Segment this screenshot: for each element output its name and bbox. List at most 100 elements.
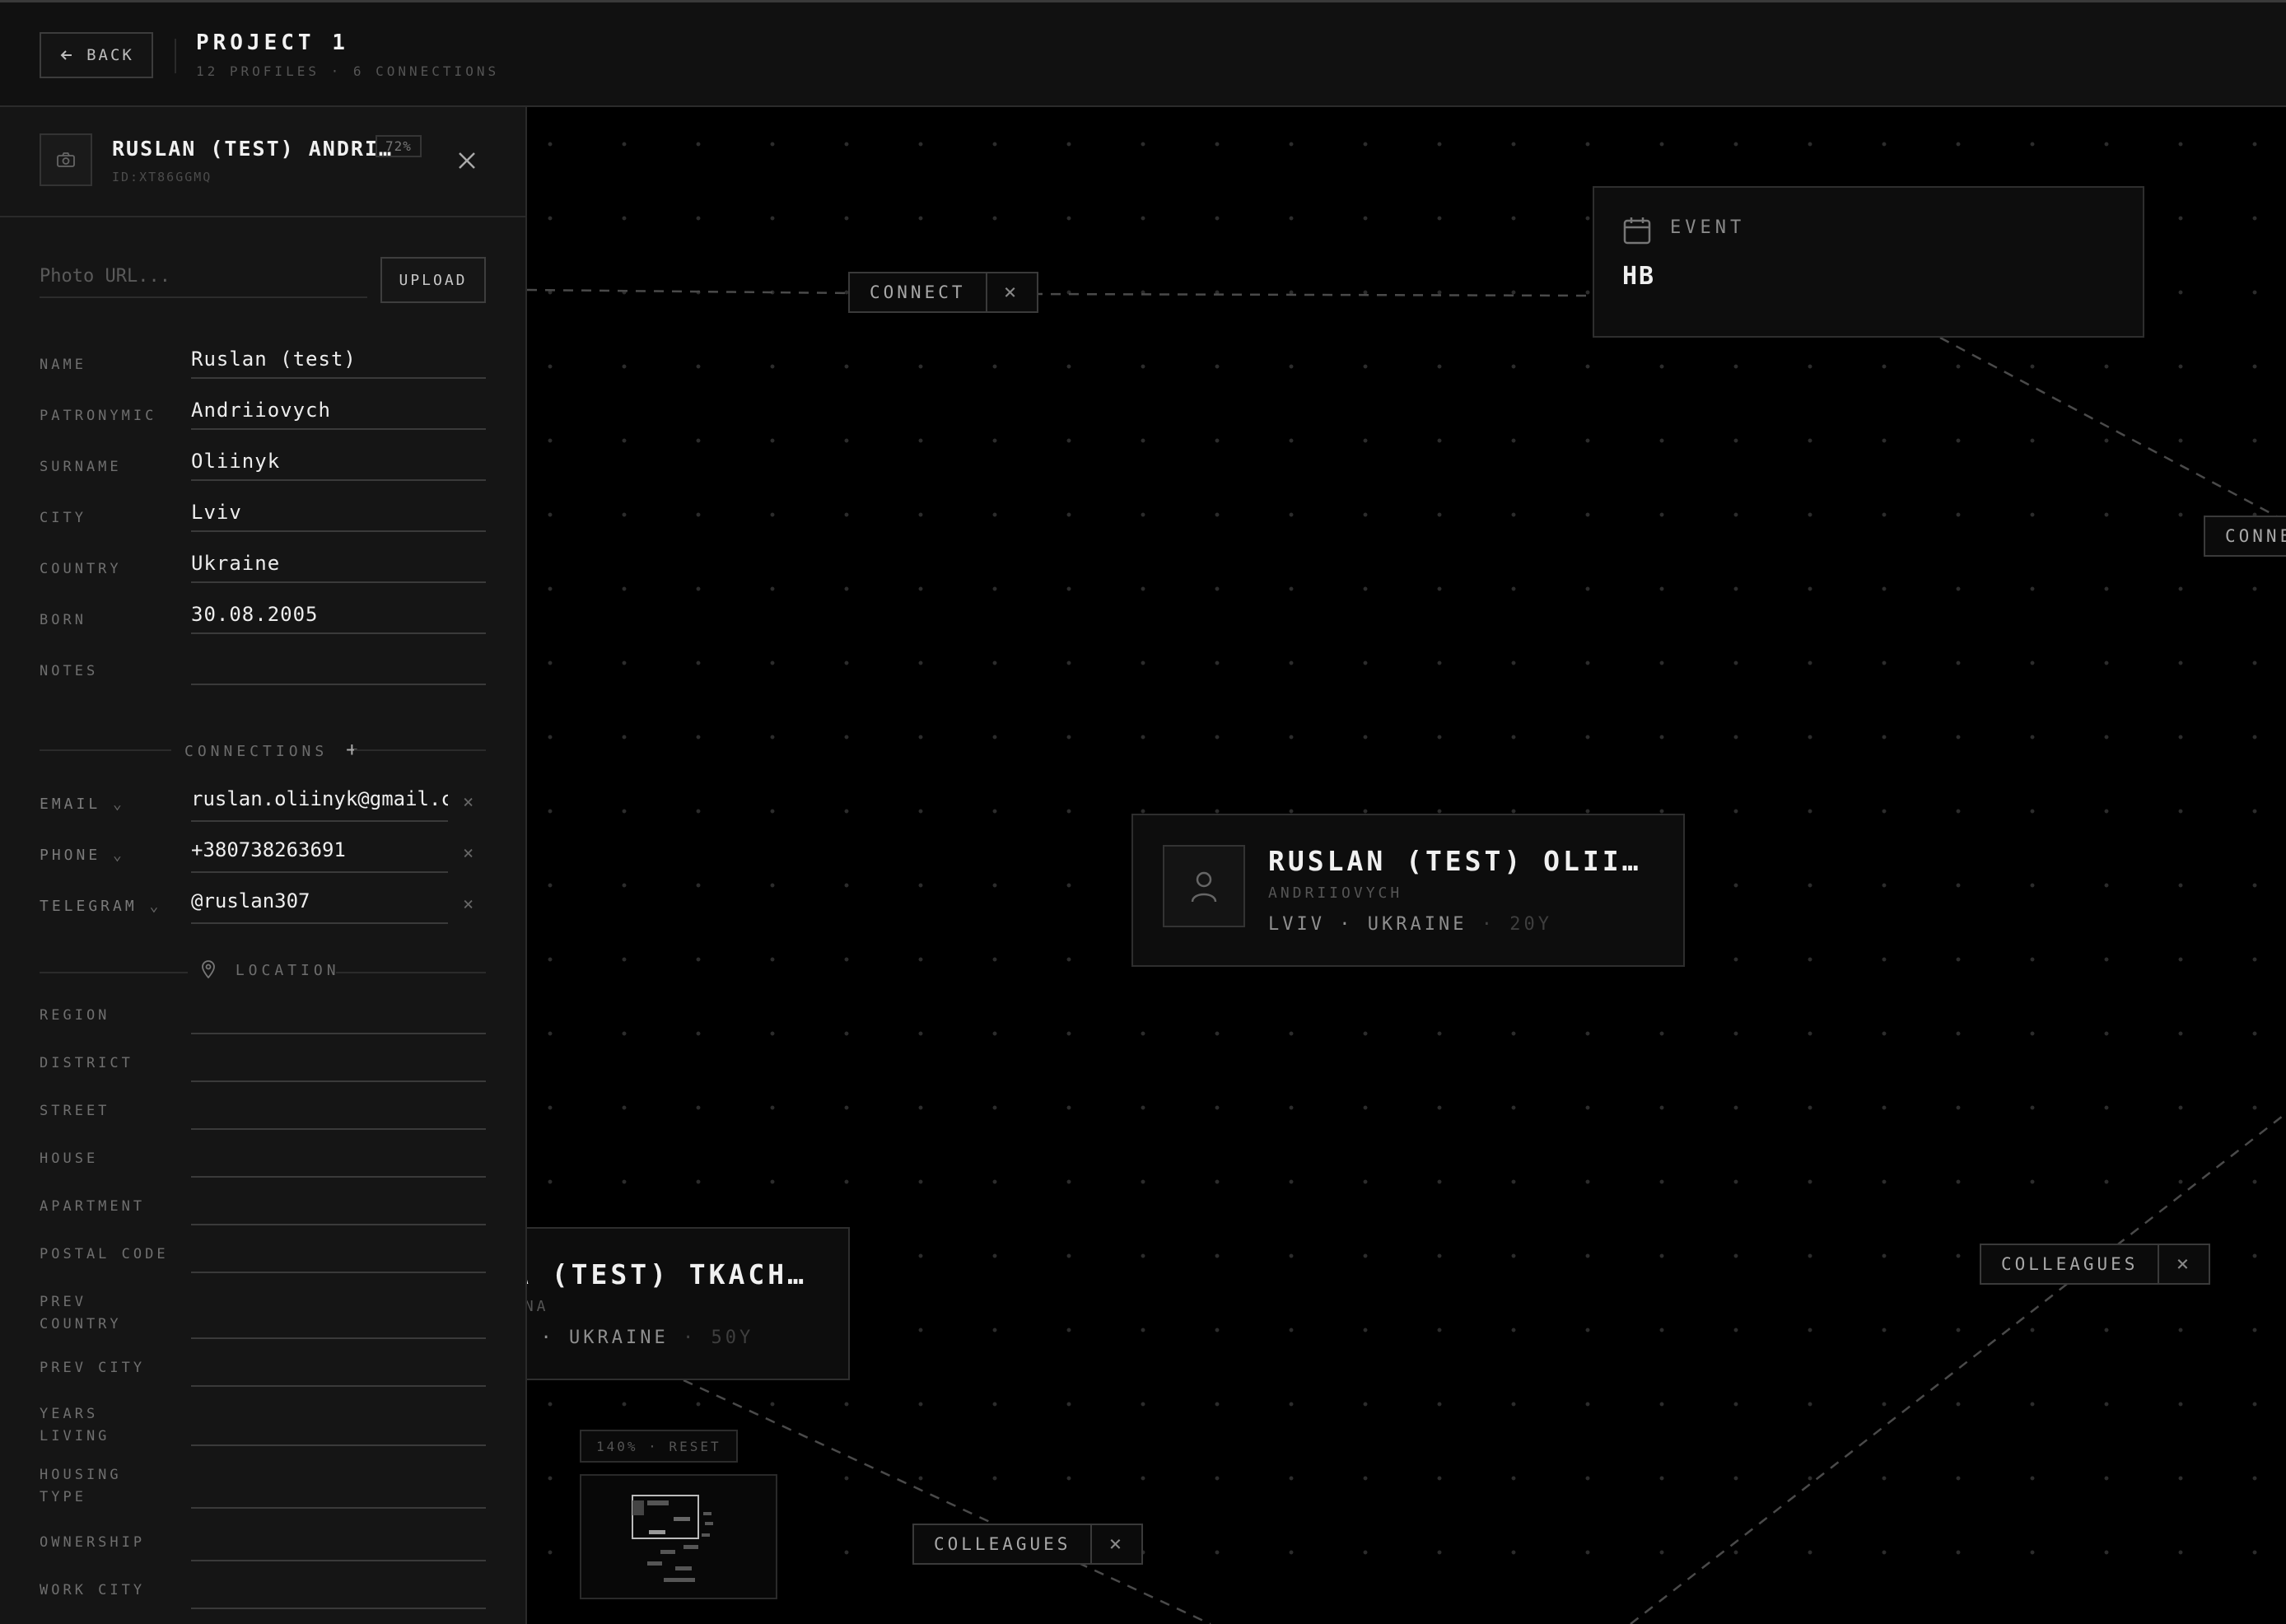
born-input[interactable]: 30.08.2005 [191,603,486,634]
field-label: PREV CITY [40,1360,146,1376]
phone-input[interactable]: +380738263691 [191,838,448,873]
person-country: UKRAINE [1367,914,1467,935]
divider [40,972,188,973]
meta-separator: · [1481,914,1510,935]
back-label: BACK [86,46,134,64]
connections-title: CONNECTIONS + [184,738,362,761]
meta-separator: · [682,1328,711,1348]
avatar [1163,845,1245,927]
edge-label-connect[interactable]: CONNE [2204,516,2286,557]
street-input[interactable] [191,1128,486,1130]
field-postal-code: POSTAL CODE [40,1244,486,1290]
photo-url-input[interactable] [40,255,367,298]
work-city-input[interactable] [191,1608,486,1609]
person-country: UKRAINE [569,1328,669,1348]
prev-city-input[interactable] [191,1385,486,1387]
chevron-down-icon: ⌄ [113,847,125,864]
back-button[interactable]: BACK [40,32,153,78]
graph-canvas[interactable]: EVENT HB RUSLAN (TEST) OLII… ANDRIIOVYCH… [527,107,2286,1624]
person-name: RUSLAN (TEST) OLII… [1268,845,1642,877]
person-meta: O · UKRAINE · 50Y [527,1328,753,1348]
person-node-selected[interactable]: RUSLAN (TEST) OLII… ANDRIIOVYCH LVIV · U… [1131,814,1685,967]
edge-label-colleagues[interactable]: COLLEAGUES × [1980,1244,2211,1285]
housing-type-input[interactable] [191,1507,486,1509]
project-title: PROJECT 1 [196,30,349,55]
email-input[interactable]: ruslan.oliinyk@gmail.com [191,787,448,822]
arrow-left-icon [60,50,72,60]
field-label: NAME [40,357,86,373]
connection-type-label: PHONE [40,847,101,864]
person-node[interactable]: A (TEST) TKACH… VNA O · UKRAINE · 50Y [527,1227,850,1380]
apartment-input[interactable] [191,1224,486,1225]
connection-type-select[interactable]: TELEGRAM ⌄ [40,898,161,915]
field-label: WORK CITY [40,1582,146,1598]
minimap[interactable] [580,1474,777,1599]
edge-connect-1 [527,288,854,295]
ownership-input[interactable] [191,1560,486,1561]
edge-label-colleagues[interactable]: COLLEAGUES × [912,1524,1144,1565]
field-prev-city: PREV CITY [40,1357,486,1403]
connection-type-select[interactable]: EMAIL ⌄ [40,796,125,813]
field-prev-country: PREV COUNTRY [40,1291,486,1339]
notes-input[interactable] [191,654,486,685]
header-divider [175,39,176,73]
field-label: APARTMENT [40,1198,146,1215]
field-region: REGION [40,1005,486,1051]
person-patronymic: ANDRIIOVYCH [1268,884,1403,902]
profile-photo[interactable] [40,133,92,186]
calendar-icon [1623,217,1651,245]
connections-label: CONNECTIONS [184,743,329,760]
divider [336,972,486,973]
field-years-living: YEARS LIVING [40,1403,486,1449]
edge-connect-1b [1032,292,1593,297]
years-living-input[interactable] [191,1444,486,1446]
connection-type-label: TELEGRAM [40,898,138,915]
field-label: PATRONYMIC [40,408,157,424]
upload-button[interactable]: UPLOAD [380,257,486,303]
edge-label-text: COLLEAGUES [2001,1254,2139,1274]
person-age: 20Y [1509,914,1552,935]
district-input[interactable] [191,1080,486,1082]
divider [354,749,486,751]
city-input[interactable]: Lviv [191,501,486,532]
connection-type-select[interactable]: PHONE ⌄ [40,847,125,864]
remove-edge-icon[interactable]: × [1090,1525,1141,1563]
person-meta: LVIV · UKRAINE · 20Y [1268,914,1552,935]
remove-connection-icon[interactable]: × [463,843,474,864]
field-housing-type: HOUSING TYPE [40,1464,486,1510]
zoom-reset-button[interactable]: 140% · RESET [580,1430,738,1463]
event-node[interactable]: EVENT HB [1593,186,2144,338]
remove-connection-icon[interactable]: × [463,792,474,813]
meta-separator: · [1339,914,1368,935]
field-district: DISTRICT [40,1052,486,1099]
user-icon [1191,871,1217,903]
profile-name: RUSLAN (TEST) ANDRI… [112,137,394,161]
chevron-down-icon: ⌄ [149,898,162,915]
country-input[interactable]: Ukraine [191,552,486,583]
edge-label-text: COLLEAGUES [934,1534,1071,1554]
edge-label-text: CONNE [2225,526,2286,546]
house-input[interactable] [191,1176,486,1178]
name-input[interactable]: Ruslan (test) [191,348,486,379]
telegram-input[interactable]: @ruslan307 [191,889,448,924]
region-input[interactable] [191,1033,486,1034]
camera-icon [57,152,75,167]
close-icon[interactable] [453,147,481,175]
edge-label-connect[interactable]: CONNECT × [848,272,1038,313]
field-notes: NOTES [40,654,486,705]
field-surname: SURNAME Oliinyk [40,450,486,501]
remove-edge-icon[interactable]: × [985,273,1037,311]
remove-edge-icon[interactable]: × [2158,1245,2209,1283]
postal-code-input[interactable] [191,1272,486,1273]
field-label: SURNAME [40,459,122,475]
remove-connection-icon[interactable]: × [463,894,474,915]
patronymic-input[interactable]: Andriiovych [191,399,486,430]
field-label: STREET [40,1103,110,1119]
surname-input[interactable]: Oliinyk [191,450,486,481]
person-patronymic: VNA [527,1298,549,1315]
field-apartment: APARTMENT [40,1196,486,1242]
field-label: POSTAL CODE [40,1246,169,1262]
prev-country-input[interactable] [191,1337,486,1339]
event-type-label: EVENT [1670,217,1746,238]
field-born: BORN 30.08.2005 [40,603,486,654]
